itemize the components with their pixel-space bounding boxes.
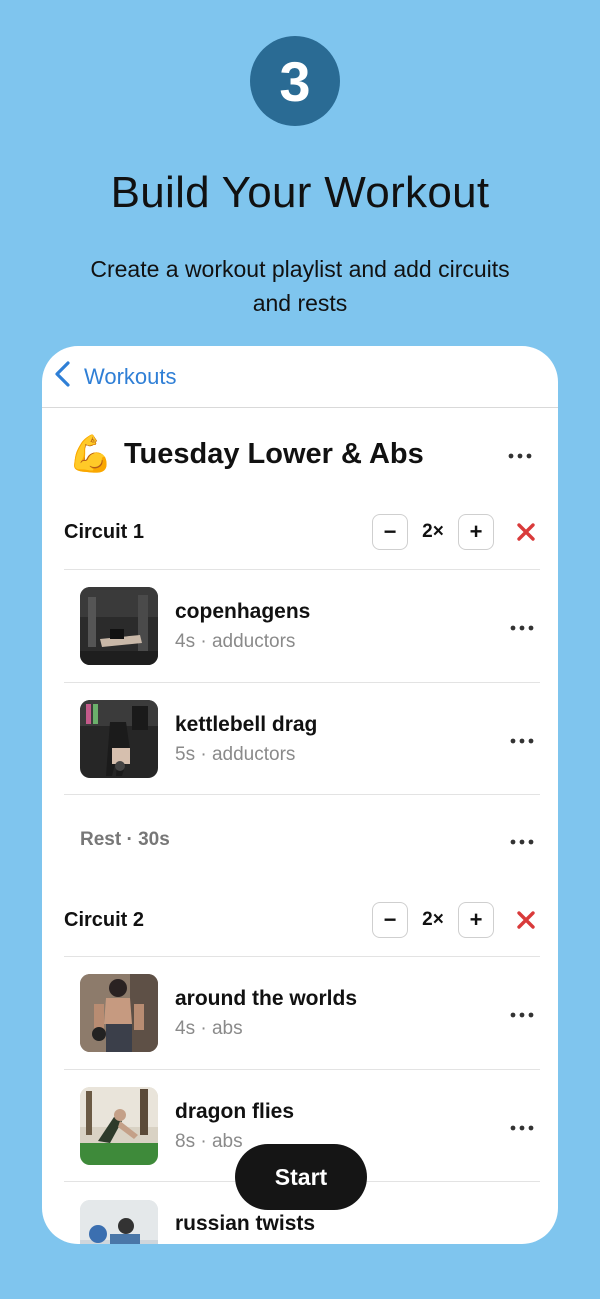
- more-options-icon[interactable]: [504, 620, 540, 632]
- back-button[interactable]: Workouts: [52, 360, 177, 393]
- chevron-left-icon: [52, 360, 74, 393]
- more-options-icon[interactable]: [504, 1007, 540, 1019]
- flexed-biceps-icon: 💪: [68, 433, 113, 474]
- increase-button[interactable]: +: [458, 902, 494, 938]
- rest-label: Rest · 30s: [80, 829, 170, 850]
- exercise-row[interactable]: around the worlds 4s · abs: [80, 957, 540, 1069]
- exercise-meta: 5s · adductors: [175, 743, 296, 765]
- remove-circuit-icon[interactable]: [512, 518, 540, 546]
- remove-circuit-icon[interactable]: [512, 906, 540, 934]
- exercise-name: copenhagens: [175, 599, 311, 623]
- exercise-thumbnail: [80, 1200, 158, 1244]
- exercise-row[interactable]: kettlebell drag 5s · adductors: [80, 683, 540, 795]
- workout-header: 💪 Tuesday Lower & Abs: [68, 432, 538, 476]
- rest-row[interactable]: Rest · 30s: [80, 820, 540, 860]
- back-label: Workouts: [84, 363, 177, 389]
- promo-title: Build Your Workout: [110, 168, 490, 217]
- exercise-thumbnail: [80, 587, 158, 665]
- exercise-thumbnail: [80, 700, 158, 778]
- workout-title: Tuesday Lower & Abs: [124, 437, 424, 470]
- exercise-row[interactable]: copenhagens 4s · adductors: [80, 570, 540, 682]
- circuit-header: Circuit 1 − 2× +: [64, 512, 540, 552]
- more-options-icon[interactable]: [504, 1240, 540, 1244]
- more-options-icon[interactable]: [504, 733, 540, 745]
- more-options-icon[interactable]: [502, 448, 538, 460]
- promo-subtitle: Create a workout playlist and add circui…: [90, 256, 510, 316]
- circuit-label: Circuit 1: [64, 520, 145, 543]
- circuit-label: Circuit 2: [64, 908, 145, 931]
- exercise-thumbnail: [80, 974, 158, 1052]
- start-button[interactable]: Start: [235, 1144, 367, 1210]
- circuit-header: Circuit 2 − 2× +: [64, 900, 540, 940]
- exercise-name: russian twists: [175, 1212, 316, 1235]
- divider: [64, 794, 540, 795]
- exercise-name: around the worlds: [175, 986, 358, 1010]
- navigation-bar: Workouts: [42, 346, 558, 408]
- exercise-name: kettlebell drag: [175, 712, 318, 736]
- decrease-button[interactable]: −: [372, 514, 408, 550]
- exercise-thumbnail: [80, 1087, 158, 1165]
- exercise-meta: 4s · abs: [175, 1017, 243, 1039]
- decrease-button[interactable]: −: [372, 902, 408, 938]
- step-badge: 3: [250, 36, 340, 126]
- increase-button[interactable]: +: [458, 514, 494, 550]
- exercise-meta: 4s · adductors: [175, 630, 296, 652]
- circuit-count: 2×: [422, 909, 444, 930]
- phone-screen: Workouts 💪 Tuesday Lower & Abs Circuit 1…: [42, 346, 558, 1244]
- more-options-icon[interactable]: [504, 1120, 540, 1132]
- circuit-count: 2×: [422, 521, 444, 542]
- more-options-icon[interactable]: [504, 834, 540, 846]
- exercise-name: dragon flies: [175, 1099, 295, 1123]
